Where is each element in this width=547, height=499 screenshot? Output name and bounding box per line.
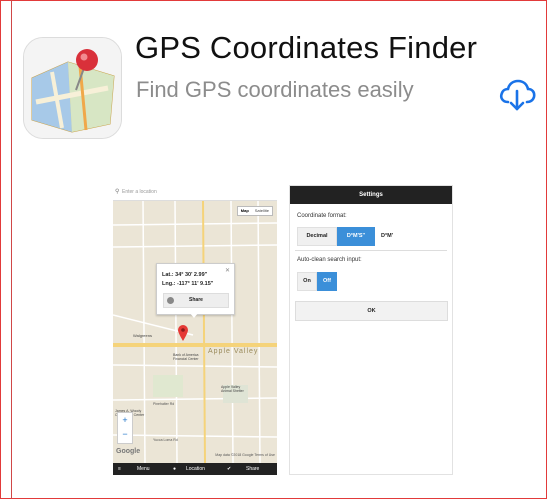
ok-button[interactable]: OK	[295, 301, 448, 321]
app-title: GPS Coordinates Finder	[135, 30, 478, 65]
popup-share-label: Share	[189, 297, 203, 303]
zoom-out-button[interactable]: −	[118, 427, 132, 441]
settings-divider	[295, 250, 447, 251]
map-attribution[interactable]: Map data ©2018 Google Terms of Use	[215, 453, 275, 457]
screenshot-settings[interactable]: Settings Coordinate format: Decimal D°M'…	[289, 185, 453, 475]
autoclean-label: Auto-clean search input:	[297, 257, 362, 263]
search-icon: ⚲	[115, 189, 120, 195]
app-subtitle: Find GPS coordinates easily	[136, 77, 414, 102]
zoom-control: + −	[117, 412, 133, 444]
map-search-placeholder: Enter a location	[122, 189, 157, 195]
map-background	[113, 185, 277, 475]
map-type-satellite[interactable]: Satellite	[252, 207, 272, 215]
map-city-label: Apple Valley	[208, 348, 259, 355]
checkmark-icon[interactable]: ✔	[227, 466, 231, 472]
autoclean-segment[interactable]: On Off	[297, 272, 337, 291]
location-pin-icon[interactable]	[178, 325, 188, 341]
map-poi-walgreens: Walgreens	[133, 333, 152, 338]
left-border-line	[11, 0, 12, 499]
share-label[interactable]: Share	[246, 466, 259, 472]
map-search-bar[interactable]: ⚲ Enter a location	[113, 185, 277, 201]
menu-label[interactable]: Menu	[137, 466, 150, 472]
map-poi-bank: Bank of America Financial Center	[173, 353, 199, 361]
map-type-toggle[interactable]: Map Satellite	[236, 206, 273, 216]
longitude-value: Lng.: -117° 11' 9.15"	[162, 281, 214, 287]
map-street-pinehalter: Pinehalter Rd	[153, 402, 175, 406]
cloud-download-icon	[499, 79, 536, 111]
popup-share-button[interactable]: Share	[163, 293, 229, 308]
popup-tail	[190, 313, 198, 318]
map-street-yucca: Yucca Loma Rd	[153, 438, 178, 442]
format-decimal[interactable]: Decimal	[297, 227, 337, 246]
autoclean-off[interactable]: Off	[317, 272, 337, 291]
app-icon[interactable]	[23, 37, 122, 139]
close-icon[interactable]: ✕	[225, 267, 230, 274]
google-logo: Google	[116, 448, 141, 455]
zoom-in-button[interactable]: +	[118, 413, 132, 427]
settings-title: Settings	[290, 186, 452, 204]
format-dms[interactable]: D°M'S"	[337, 227, 375, 246]
coordinate-format-label: Coordinate format:	[297, 213, 347, 219]
location-label[interactable]: Location	[186, 466, 205, 472]
share-icon	[167, 297, 174, 304]
download-button[interactable]	[496, 73, 538, 115]
coordinates-popup: Lat.: 34° 30' 2.99" Lng.: -117° 11' 9.15…	[156, 263, 235, 318]
autoclean-on[interactable]: On	[297, 272, 317, 291]
map-pin-app-icon	[24, 38, 121, 138]
screenshot-map[interactable]: ⚲ Enter a location Map Satellite Apple V…	[113, 185, 277, 475]
format-dm[interactable]: D°M'	[375, 227, 399, 246]
map-bottom-bar: ≡ Menu ● Location ✔ Share	[113, 463, 277, 475]
map-poi-shelter: Apple Valley Animal Shelter	[221, 385, 244, 393]
coordinate-format-segment[interactable]: Decimal D°M'S" D°M'	[297, 227, 399, 246]
location-icon[interactable]: ●	[173, 466, 176, 472]
map-type-map[interactable]: Map	[238, 207, 252, 215]
menu-icon[interactable]: ≡	[118, 466, 121, 472]
latitude-value: Lat.: 34° 30' 2.99"	[162, 272, 208, 278]
